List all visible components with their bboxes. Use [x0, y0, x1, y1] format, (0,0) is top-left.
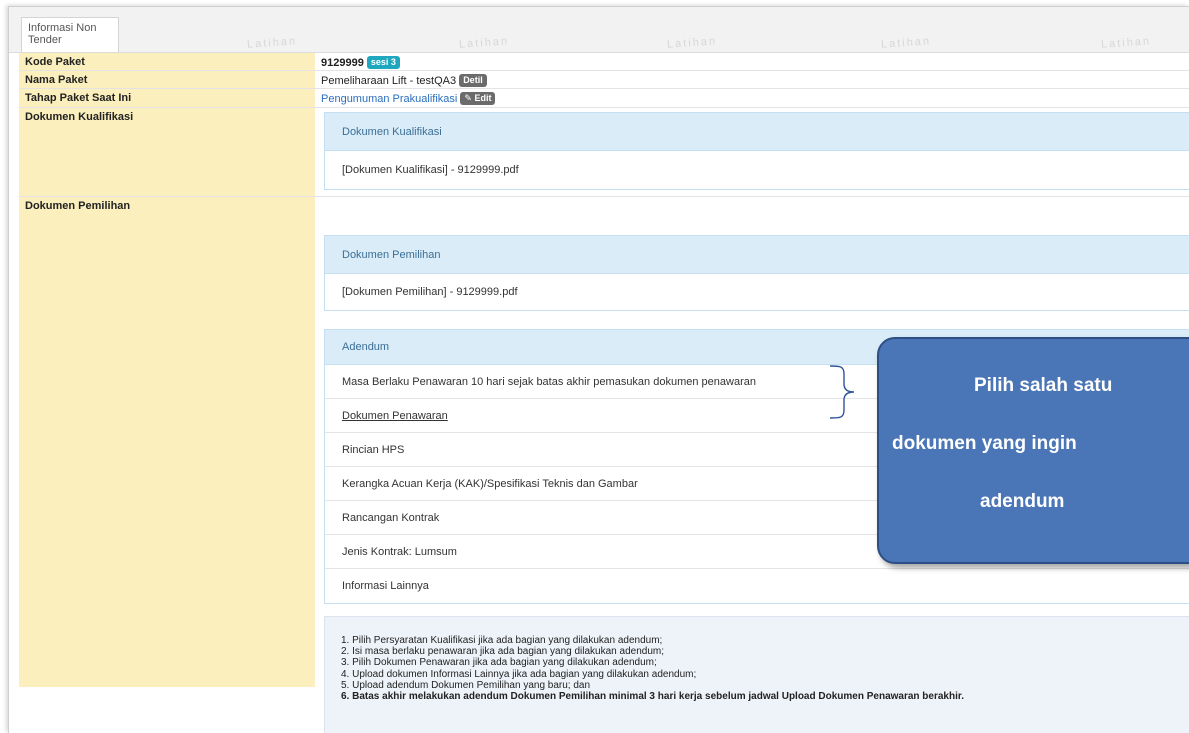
panel-dokumen-kualifikasi: Dokumen Kualifikasi [Dokumen Kualifikasi…	[324, 112, 1189, 190]
watermark: Latihan	[880, 35, 932, 51]
kode-paket-value: 9129999	[321, 57, 364, 69]
note-line: 6. Batas akhir melakukan adendum Dokumen…	[341, 691, 964, 703]
row-tahap: Tahap Paket Saat Ini Pengumuman Prakuali…	[19, 89, 1189, 108]
panel-title: Dokumen Kualifikasi	[325, 113, 1189, 151]
kualifikasi-file-link[interactable]: [Dokumen Kualifikasi] - 9129999.pdf	[325, 151, 1189, 189]
panel-dokumen-pemilihan: Dokumen Pemilihan [Dokumen Pemilihan] - …	[324, 235, 1189, 311]
edit-label: Edit	[474, 93, 492, 103]
watermark: Latihan	[458, 35, 510, 51]
note-line: 4. Upload dokumen Informasi Lainnya jika…	[341, 668, 697, 680]
note-line: 1. Pilih Persyaratan Kualifikasi jika ad…	[341, 635, 663, 646]
row-label: Dokumen Pemilihan	[19, 197, 315, 687]
instruction-note: 1. Pilih Persyaratan Kualifikasi jika ad…	[324, 616, 1189, 733]
instruction-callout: Pilih salah satu dokumen yang ingin aden…	[877, 337, 1189, 564]
edit-icon: ✎	[464, 93, 472, 103]
pemilihan-file-link[interactable]: [Dokumen Pemilihan] - 9129999.pdf	[325, 274, 1189, 310]
note-line: 2. Isi masa berlaku penawaran jika ada b…	[341, 646, 664, 658]
panel-title: Dokumen Pemilihan	[325, 236, 1189, 274]
brace-icon	[829, 365, 855, 419]
row-value: Pengumuman Prakualifikasi ✎ Edit	[315, 89, 1189, 107]
adendum-item-informasi-lainnya[interactable]: Informasi Lainnya	[325, 569, 1189, 603]
row-nama-paket: Nama Paket Pemeliharaan Lift - testQA3 D…	[19, 71, 1189, 89]
watermark: Latihan	[246, 35, 298, 51]
row-value: Pemeliharaan Lift - testQA3 Detil	[315, 71, 1189, 88]
callout-line: dokumen yang ingin	[892, 433, 1077, 454]
row-label: Dokumen Kualifikasi	[19, 108, 315, 196]
watermark: Latihan	[1100, 35, 1152, 51]
row-label: Kode Paket	[19, 53, 315, 70]
row-label: Tahap Paket Saat Ini	[19, 89, 315, 107]
row-label: Nama Paket	[19, 71, 315, 88]
note-line: 3. Pilih Dokumen Penawaran jika ada bagi…	[341, 657, 657, 669]
row-kode-paket: Kode Paket 9129999 sesi 3	[19, 53, 1189, 71]
tab-bar: Informasi Non Tender Latihan Latihan Lat…	[9, 7, 1189, 53]
row-value: 9129999 sesi 3	[315, 53, 1189, 70]
callout-line: adendum	[980, 491, 1065, 512]
edit-button[interactable]: ✎ Edit	[460, 92, 496, 105]
detil-button[interactable]: Detil	[459, 74, 487, 87]
tahap-link[interactable]: Pengumuman Prakualifikasi	[321, 93, 457, 105]
nama-paket-value: Pemeliharaan Lift - testQA3	[321, 75, 457, 87]
tab-label: Informasi Non Tender	[28, 22, 97, 46]
sesi-badge: sesi 3	[366, 56, 400, 69]
note-line: 5. Upload adendum Dokumen Pemilihan yang…	[341, 679, 591, 691]
tab-informasi-non-tender[interactable]: Informasi Non Tender	[21, 17, 119, 52]
watermark: Latihan	[666, 35, 718, 51]
callout-line: Pilih salah satu	[974, 375, 1113, 396]
